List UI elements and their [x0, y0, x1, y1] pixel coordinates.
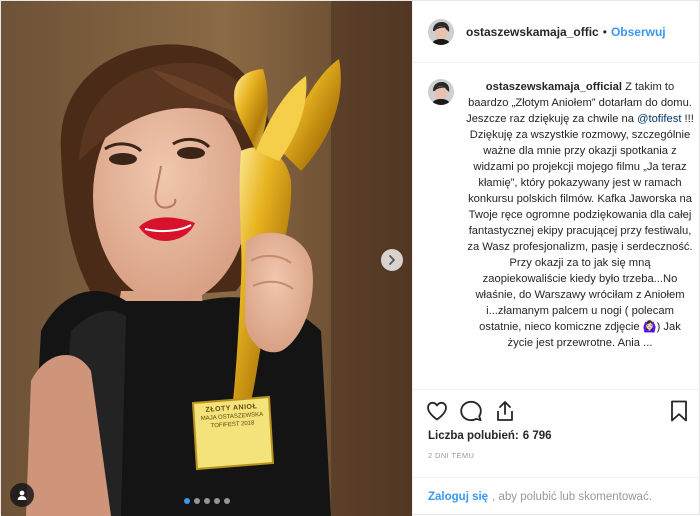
carousel-dot [194, 498, 200, 504]
likes-number: 6 796 [522, 430, 552, 442]
post-actions: Liczba polubień: 6 796 2 DNI TEMU [413, 389, 700, 477]
bookmark-icon[interactable] [667, 399, 691, 423]
photo-scene [1, 1, 412, 516]
carousel-dot [184, 498, 190, 504]
login-link[interactable]: Zaloguj się [428, 491, 488, 503]
post-photo[interactable]: ZŁOTY ANIOŁ MAJA OSTASZEWSKA TOFIFEST 20… [1, 1, 412, 516]
heart-icon[interactable] [425, 399, 449, 423]
carousel-dot [214, 498, 220, 504]
likes-label: Liczba polubień: [428, 430, 519, 442]
chevron-right-icon [389, 255, 395, 265]
carousel-dot [204, 498, 210, 504]
carousel-next-button[interactable] [381, 249, 403, 271]
caption-username[interactable]: ostaszewskamaja_official [486, 81, 622, 93]
avatar[interactable] [428, 18, 454, 45]
instagram-post: ZŁOTY ANIOŁ MAJA OSTASZEWSKA TOFIFEST 20… [0, 0, 700, 516]
avatar-image [428, 18, 454, 45]
login-prompt-text: , aby polubić lub skomentować. [492, 491, 652, 503]
carousel-dot [224, 498, 230, 504]
comments-section[interactable]: ostaszewskamaja_official Z takim to baar… [413, 63, 700, 389]
mention-link[interactable]: @tofifest [637, 113, 681, 125]
header-username[interactable]: ostaszewskamaja_offic [466, 25, 599, 39]
avatar-image [428, 79, 454, 105]
caption-part-2: !!! Dziękuję za wszystkie rozmowy, szcze… [467, 113, 694, 349]
award-plaque: ZŁOTY ANIOŁ MAJA OSTASZEWSKA TOFIFEST 20… [198, 403, 266, 432]
login-prompt: Zaloguj się , aby polubić lub skomentować… [413, 477, 700, 516]
likes-count[interactable]: Liczba polubień: 6 796 [428, 430, 552, 442]
comment-icon[interactable] [459, 399, 483, 423]
caption-text: ostaszewskamaja_official Z takim to baar… [466, 79, 694, 351]
post-date[interactable]: 2 DNI TEMU [428, 451, 474, 460]
follow-button[interactable]: Obserwuj [611, 25, 666, 39]
post-header: ostaszewskamaja_offic • Obserwuj [413, 1, 700, 63]
user-tag-icon [17, 490, 27, 500]
tagged-users-button[interactable] [10, 483, 34, 507]
post-side-panel: ostaszewskamaja_offic • Obserwuj ostasze… [412, 1, 700, 516]
header-separator: • [602, 24, 607, 39]
share-icon[interactable] [493, 399, 517, 423]
avatar[interactable] [428, 79, 454, 105]
carousel-indicator [184, 498, 230, 504]
